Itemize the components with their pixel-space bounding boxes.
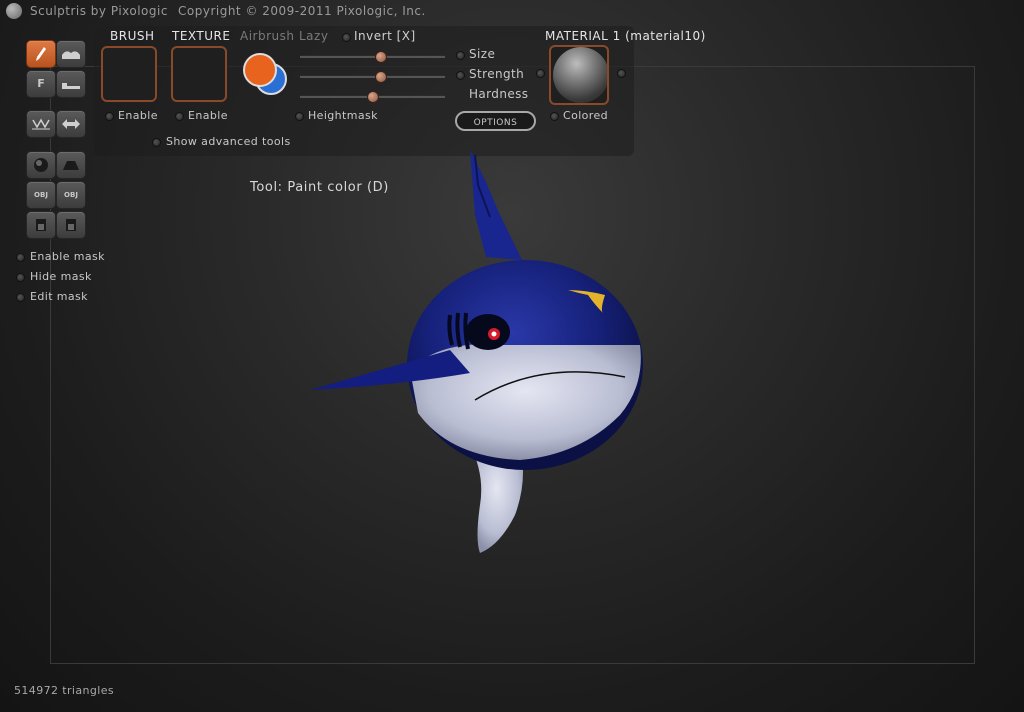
bump-icon[interactable]	[56, 40, 86, 68]
colored-radio[interactable]	[550, 112, 559, 121]
hide-mask-radio[interactable]	[16, 273, 25, 282]
save-file-icon[interactable]	[56, 211, 86, 239]
open-file-icon[interactable]	[26, 211, 56, 239]
crease-icon[interactable]	[56, 70, 86, 98]
brush-slot[interactable]	[101, 46, 157, 102]
triangle-count: 514972 triangles	[14, 684, 115, 697]
strength-pressure-radio[interactable]	[456, 71, 465, 80]
edit-mask-label[interactable]: Edit mask	[30, 290, 88, 303]
size-label: Size	[469, 47, 496, 61]
size-slider-track[interactable]	[300, 55, 445, 58]
texture-enable-label[interactable]: Enable	[188, 109, 228, 122]
hardness-slider-knob[interactable]	[367, 91, 379, 103]
copyright-text: Copyright © 2009-2011 Pixologic, Inc.	[178, 4, 426, 18]
material-sphere-icon	[553, 47, 607, 103]
colored-label[interactable]: Colored	[563, 109, 608, 122]
primary-color-swatch[interactable]	[243, 53, 277, 87]
heightmask-label[interactable]: Heightmask	[308, 109, 378, 122]
texture-slot[interactable]	[171, 46, 227, 102]
texture-label: TEXTURE	[172, 29, 231, 43]
brush-enable-radio[interactable]	[105, 112, 114, 121]
invert-radio[interactable]	[342, 33, 351, 42]
enable-mask-label[interactable]: Enable mask	[30, 250, 105, 263]
strength-slider-track[interactable]	[300, 75, 445, 78]
sphere-icon[interactable]	[26, 151, 56, 179]
app-title: Sculptris by Pixologic	[30, 4, 168, 18]
lazy-toggle[interactable]: Lazy	[299, 29, 328, 43]
enable-mask-radio[interactable]	[16, 253, 25, 262]
options-button[interactable]: OPTIONS	[455, 111, 536, 131]
strength-label: Strength	[469, 67, 525, 81]
import-obj-icon[interactable]: OBJ	[26, 181, 56, 209]
size-pressure-radio[interactable]	[456, 51, 465, 60]
material-left-radio[interactable]	[536, 69, 545, 78]
material-label: MATERIAL 1 (material10)	[545, 29, 706, 43]
flatten-icon[interactable]: F	[26, 70, 56, 98]
paint-brush-icon[interactable]	[26, 40, 56, 68]
heightmask-radio[interactable]	[295, 112, 304, 121]
mirror-icon[interactable]	[56, 110, 86, 138]
hide-mask-label[interactable]: Hide mask	[30, 270, 92, 283]
show-advanced-radio[interactable]	[152, 138, 161, 147]
plane-icon[interactable]	[56, 151, 86, 179]
strength-slider-knob[interactable]	[375, 71, 387, 83]
show-advanced-label[interactable]: Show advanced tools	[166, 135, 291, 148]
brush-enable-label[interactable]: Enable	[118, 109, 158, 122]
material-slot[interactable]	[549, 45, 609, 105]
texture-enable-radio[interactable]	[175, 112, 184, 121]
export-obj-icon[interactable]: OBJ	[56, 181, 86, 209]
symmetry-icon[interactable]	[26, 110, 56, 138]
brush-label: BRUSH	[110, 29, 155, 43]
title-bar: Sculptris by Pixologic Copyright © 2009-…	[0, 0, 1024, 22]
shark-model[interactable]	[300, 145, 660, 565]
hardness-label: Hardness	[469, 87, 529, 101]
airbrush-toggle[interactable]: Airbrush	[240, 29, 295, 43]
sculptris-logo-icon	[6, 3, 22, 19]
edit-mask-radio[interactable]	[16, 293, 25, 302]
invert-label[interactable]: Invert [X]	[354, 29, 416, 43]
size-slider-knob[interactable]	[375, 51, 387, 63]
material-right-radio[interactable]	[617, 69, 626, 78]
